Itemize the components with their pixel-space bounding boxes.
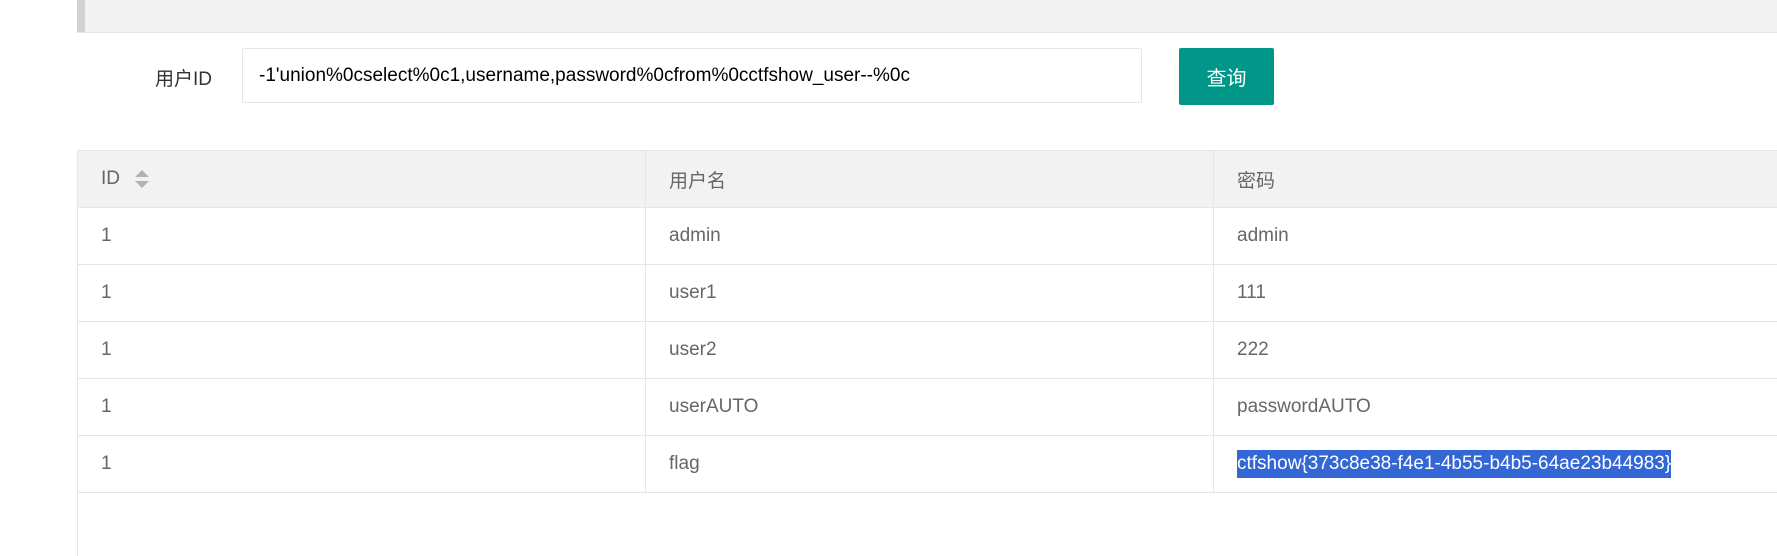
cell-password: ctfshow{373c8e38-f4e1-4b55-b4b5-64ae23b4… <box>1213 435 1777 493</box>
table-row: 1 userAUTO passwordAUTO <box>77 378 1777 436</box>
header-username: 用户名 <box>645 150 1214 208</box>
cell-username: flag <box>645 435 1214 493</box>
cell-id: 1 <box>77 321 646 379</box>
query-button[interactable]: 查询 <box>1179 48 1274 105</box>
cell-id: 1 <box>77 378 646 436</box>
cell-username: admin <box>645 207 1214 265</box>
cell-id: 1 <box>77 435 646 493</box>
table-row: 1 user1 111 <box>77 264 1777 322</box>
user-id-label: 用户ID <box>155 69 213 90</box>
results-table-wrapper: ID 用户名 密码 1 admin admin 1 user1 111 1 us… <box>77 150 1777 493</box>
sort-icon[interactable] <box>135 169 150 189</box>
cell-id: 1 <box>77 264 646 322</box>
top-toolbar-strip <box>77 0 1777 33</box>
cell-password: admin <box>1213 207 1777 265</box>
cell-username: user2 <box>645 321 1214 379</box>
sort-ascending-icon[interactable] <box>135 169 150 177</box>
table-row: 1 admin admin <box>77 207 1777 265</box>
results-table: ID 用户名 密码 1 admin admin 1 user1 111 1 us… <box>77 150 1777 493</box>
cell-password: passwordAUTO <box>1213 378 1777 436</box>
user-id-input[interactable] <box>242 48 1142 103</box>
table-header-row: ID 用户名 密码 <box>77 150 1777 208</box>
table-row: 1 user2 222 <box>77 321 1777 379</box>
header-password: 密码 <box>1213 150 1777 208</box>
header-id-label: ID <box>101 168 120 189</box>
cell-password: 111 <box>1213 264 1777 322</box>
flag-selected-text[interactable]: ctfshow{373c8e38-f4e1-4b55-b4b5-64ae23b4… <box>1237 450 1672 478</box>
header-id[interactable]: ID <box>77 150 646 208</box>
left-accent-bar <box>77 0 85 32</box>
sort-descending-icon[interactable] <box>135 180 150 188</box>
table-row: 1 flag ctfshow{373c8e38-f4e1-4b55-b4b5-6… <box>77 435 1777 493</box>
cell-username: user1 <box>645 264 1214 322</box>
cell-id: 1 <box>77 207 646 265</box>
cell-username: userAUTO <box>645 378 1214 436</box>
cell-password: 222 <box>1213 321 1777 379</box>
